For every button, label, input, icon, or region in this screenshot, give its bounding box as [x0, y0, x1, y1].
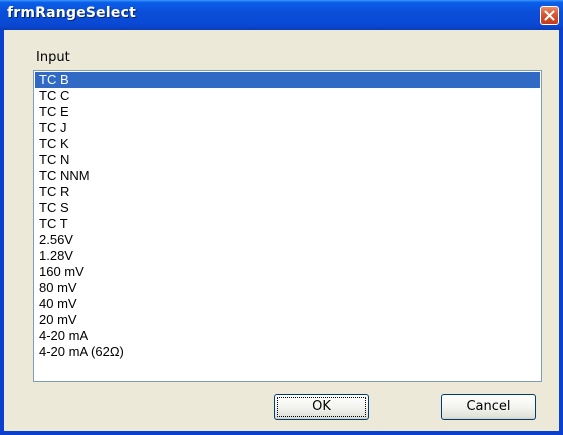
- list-item[interactable]: 160 mV: [35, 264, 540, 280]
- title-bar[interactable]: frmRangeSelect: [0, 0, 563, 30]
- list-item[interactable]: TC C: [35, 88, 540, 104]
- list-item[interactable]: TC R: [35, 184, 540, 200]
- list-item[interactable]: TC J: [35, 120, 540, 136]
- close-button[interactable]: [540, 6, 559, 25]
- close-icon: [544, 10, 555, 21]
- list-item[interactable]: TC T: [35, 216, 540, 232]
- list-item[interactable]: TC E: [35, 104, 540, 120]
- window-title: frmRangeSelect: [7, 5, 136, 21]
- list-item[interactable]: TC NNM: [35, 168, 540, 184]
- list-item[interactable]: 40 mV: [35, 296, 540, 312]
- cancel-button[interactable]: Cancel: [441, 394, 536, 420]
- input-label: Input: [36, 50, 70, 65]
- list-item[interactable]: TC K: [35, 136, 540, 152]
- list-item[interactable]: TC B: [35, 72, 540, 88]
- list-item[interactable]: 80 mV: [35, 280, 540, 296]
- list-item[interactable]: 4-20 mA (62Ω): [35, 344, 540, 360]
- list-item[interactable]: TC S: [35, 200, 540, 216]
- list-item[interactable]: TC N: [35, 152, 540, 168]
- list-item[interactable]: 1.28V: [35, 248, 540, 264]
- cancel-button-label: Cancel: [466, 399, 511, 414]
- dialog-client-area: Input TC B TC C TC E TC J TC K TC N TC N…: [4, 30, 559, 431]
- ok-button[interactable]: OK: [274, 394, 369, 420]
- input-listbox[interactable]: TC B TC C TC E TC J TC K TC N TC NNM TC …: [33, 70, 542, 382]
- list-item[interactable]: 2.56V: [35, 232, 540, 248]
- ok-button-label: OK: [312, 399, 331, 414]
- list-item[interactable]: 20 mV: [35, 312, 540, 328]
- list-item[interactable]: 4-20 mA: [35, 328, 540, 344]
- dialog-window: frmRangeSelect Input TC B TC C TC E TC J…: [0, 0, 563, 435]
